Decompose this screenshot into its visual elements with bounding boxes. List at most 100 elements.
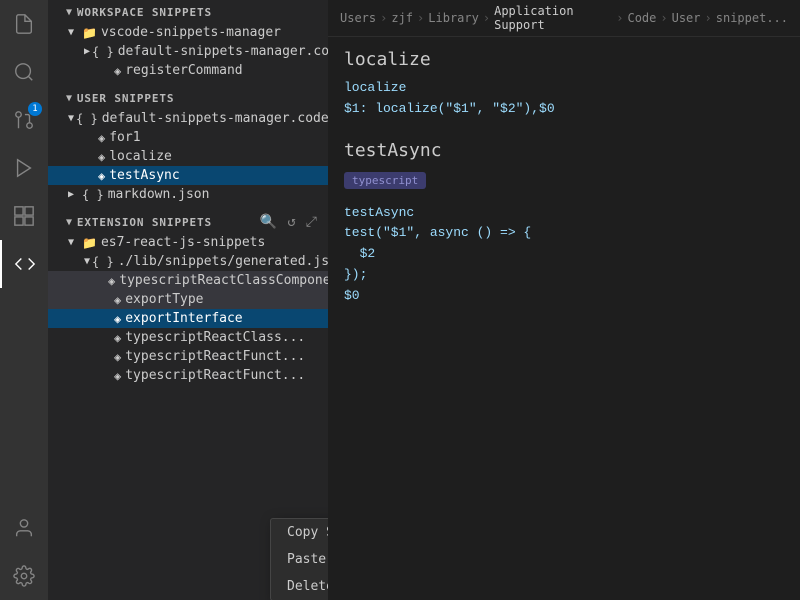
- snippet-file-icon: { }: [92, 45, 114, 59]
- snippet-icon4: ◈: [98, 169, 105, 183]
- localize-snippet-name: localize: [344, 49, 784, 70]
- workspace-chevron-icon: ▼: [66, 7, 73, 18]
- files-icon[interactable]: [0, 0, 48, 48]
- user-default-snippets-item[interactable]: ▼ { } default-snippets-manager.code-snip…: [48, 109, 328, 128]
- localize-snippet-body: localize $1: localize("$1", "$2"),$0: [344, 78, 784, 120]
- user-section-label: USER SNIPPETS: [77, 92, 175, 105]
- localize-line1: localize: [344, 78, 784, 99]
- breadcrumb-user[interactable]: User: [672, 11, 701, 25]
- source-control-badge: 1: [28, 102, 42, 116]
- breadcrumb: Users › zjf › Library › Application Supp…: [328, 0, 800, 37]
- breadcrumb-library[interactable]: Library: [428, 11, 479, 25]
- snippet-icon2: ◈: [98, 131, 105, 145]
- empty-icon7: [100, 313, 112, 324]
- empty-icon8: [100, 332, 112, 343]
- extensions-icon[interactable]: [0, 192, 48, 240]
- testasync-snippet-name: testAsync: [344, 140, 784, 161]
- tree-item-label: localize: [109, 149, 172, 164]
- testasync-line4: });: [344, 265, 784, 286]
- breadcrumb-appsupport[interactable]: Application Support: [494, 4, 612, 32]
- snippet-icon10: ◈: [114, 369, 121, 383]
- ext-chevron-icon: ▼: [66, 217, 73, 228]
- localize-line2: $1: localize("$1", "$2"),$0: [344, 99, 784, 120]
- typescript-react-class2-item[interactable]: ◈ typescriptReactClass...: [48, 328, 328, 347]
- empty-icon9: [100, 351, 112, 362]
- workspace-snippets-header[interactable]: ▼ WORKSPACE SNIPPETS: [48, 0, 328, 23]
- es7-react-snippets-item[interactable]: ▼ 📁 es7-react-js-snippets: [48, 233, 328, 252]
- tree-item-label: for1: [109, 130, 140, 145]
- for1-item[interactable]: ◈ for1: [48, 128, 328, 147]
- search-icon[interactable]: [0, 48, 48, 96]
- tree-item-label: default-snippets-manager.code-snippets: [118, 44, 328, 59]
- testasync-item[interactable]: ◈ testAsync: [48, 166, 328, 185]
- extension-section-container: ▼ EXTENSION SNIPPETS 🔍 ↺ ⤢: [48, 210, 328, 233]
- empty-icon3: [84, 151, 96, 162]
- markdown-json-item[interactable]: ▶ { } markdown.json: [48, 185, 328, 204]
- export-interface-item[interactable]: ◈ exportInterface: [48, 309, 328, 328]
- snippet-icon7: ◈: [114, 312, 121, 326]
- gen-file-icon: { }: [92, 255, 114, 269]
- user-chevron-icon: ▼: [66, 93, 73, 104]
- folder-chevron-icon: ▼: [68, 27, 80, 38]
- user-snippets-header[interactable]: ▼ USER SNIPPETS: [48, 86, 328, 109]
- extension-section-label: EXTENSION SNIPPETS: [77, 216, 212, 229]
- empty-icon5: [100, 275, 106, 286]
- run-icon[interactable]: [0, 144, 48, 192]
- tree-item-label: ./lib/snippets/generated.json: [118, 254, 328, 269]
- typescript-react-funct1-item[interactable]: ◈ typescriptReactFunct...: [48, 347, 328, 366]
- settings-icon[interactable]: [0, 552, 48, 600]
- file-chevron-icon2: ▼: [68, 113, 74, 124]
- source-control-icon[interactable]: 1: [0, 96, 48, 144]
- context-menu: Copy Snippet(s) Paste Snippet(s) Delete …: [270, 518, 328, 600]
- vscode-snippets-manager-item[interactable]: ▼ 📁 vscode-snippets-manager: [48, 23, 328, 42]
- empty-icon4: [84, 170, 96, 181]
- ext-search-icon[interactable]: 🔍: [257, 213, 280, 231]
- breadcrumb-sep1: ›: [380, 11, 387, 25]
- breadcrumb-sep6: ›: [705, 11, 712, 25]
- breadcrumb-code[interactable]: Code: [627, 11, 656, 25]
- tree-item-label: exportType: [125, 292, 203, 307]
- register-command-item[interactable]: ◈ registerCommand: [48, 61, 328, 80]
- extension-snippets-header[interactable]: ▼ EXTENSION SNIPPETS: [48, 210, 257, 233]
- testasync-line5: $0: [344, 286, 784, 307]
- snippet-icon9: ◈: [114, 350, 121, 364]
- breadcrumb-snippet[interactable]: snippet...: [716, 11, 788, 25]
- ext-expand-icon[interactable]: ⤢: [303, 213, 320, 231]
- generated-json-item[interactable]: ▼ { } ./lib/snippets/generated.json: [48, 252, 328, 271]
- paste-snippets-item[interactable]: Paste Snippet(s): [271, 546, 328, 573]
- snippet-icon3: ◈: [98, 150, 105, 164]
- typescript-react-funct2-item[interactable]: ◈ typescriptReactFunct...: [48, 366, 328, 385]
- folder-icon: 📁: [82, 26, 97, 40]
- snippets-icon[interactable]: [0, 240, 48, 288]
- breadcrumb-zjf[interactable]: zjf: [391, 11, 413, 25]
- snippet-file-icon2: { }: [76, 112, 98, 126]
- breadcrumb-sep2: ›: [417, 11, 424, 25]
- tree-item-label: typescriptReactFunct...: [125, 368, 305, 383]
- account-icon[interactable]: [0, 504, 48, 552]
- delete-snippets-item[interactable]: Delete Snippet(s): [271, 573, 328, 600]
- extension-snippets-header-row: ▼ EXTENSION SNIPPETS 🔍 ↺ ⤢: [48, 210, 328, 233]
- localize-item[interactable]: ◈ localize: [48, 147, 328, 166]
- tree-item-label: markdown.json: [108, 187, 210, 202]
- breadcrumb-sep3: ›: [483, 11, 490, 25]
- breadcrumb-users[interactable]: Users: [340, 11, 376, 25]
- tree-item-label: typescriptReactFunct...: [125, 349, 305, 364]
- empty-icon6: [100, 294, 112, 305]
- ext-folder-icon: 📁: [82, 236, 97, 250]
- testasync-line2: test("$1", async () => {: [344, 223, 784, 244]
- empty-icon10: [100, 370, 112, 381]
- copy-snippets-item[interactable]: Copy Snippet(s): [271, 519, 328, 546]
- file-chevron-icon: ▶: [84, 46, 90, 57]
- ext-refresh-icon[interactable]: ↺: [284, 213, 298, 231]
- workspace-section-label: WORKSPACE SNIPPETS: [77, 6, 212, 19]
- typescript-react-class-item[interactable]: ◈ typescriptReactClassComponent: [48, 271, 328, 290]
- testasync-line3: $2: [344, 244, 784, 265]
- snippet-area: localize localize $1: localize("$1", "$2…: [328, 37, 800, 600]
- breadcrumb-sep5: ›: [660, 11, 667, 25]
- export-type-item[interactable]: ◈ exportType: [48, 290, 328, 309]
- default-snippets-ws-item[interactable]: ▶ { } default-snippets-manager.code-snip…: [48, 42, 328, 61]
- tree-item-label: typescriptReactClassComponent: [119, 273, 328, 288]
- snippet-icon8: ◈: [114, 331, 121, 345]
- activity-bar: 1: [0, 0, 48, 600]
- snippet-icon5: ◈: [108, 274, 115, 288]
